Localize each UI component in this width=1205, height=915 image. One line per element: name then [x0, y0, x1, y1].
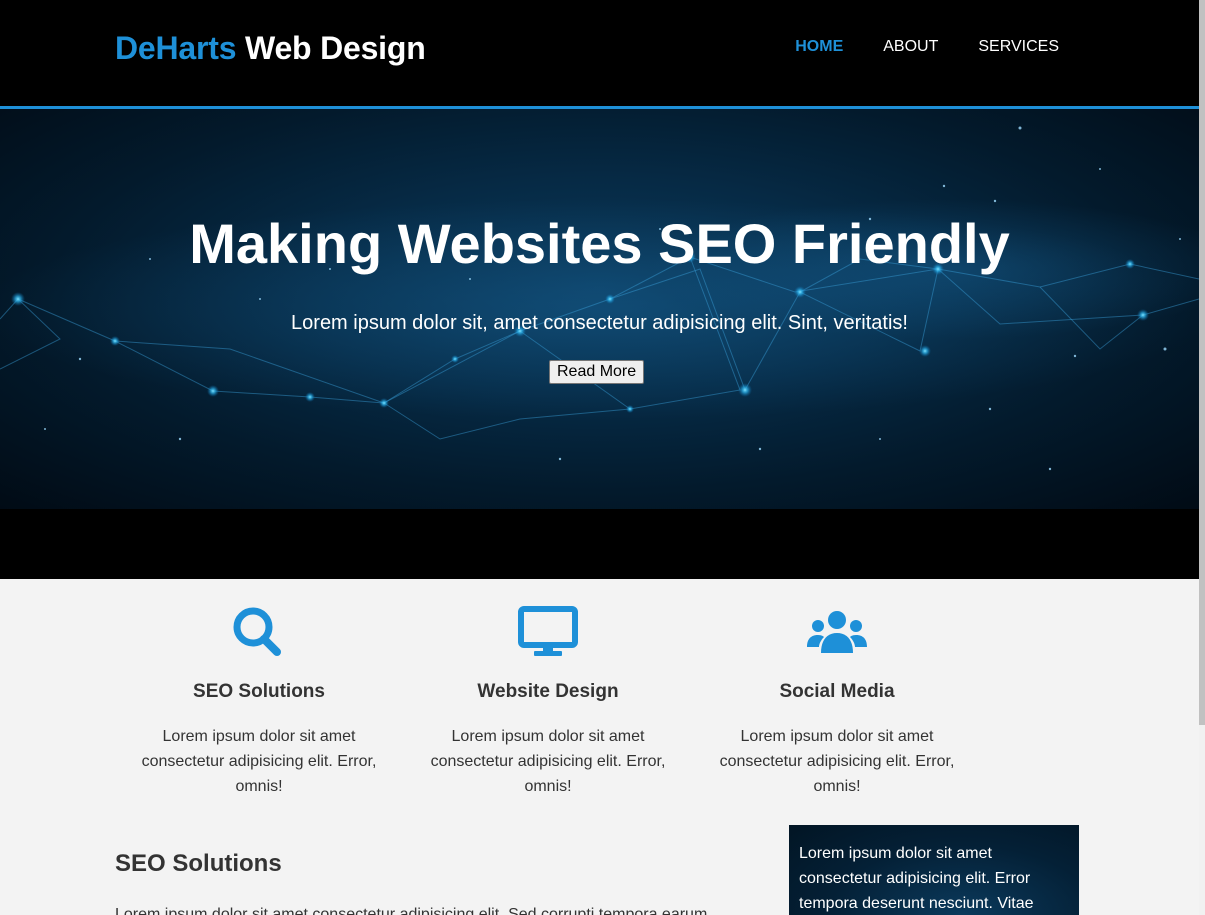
feature-text: Lorem ipsum dolor sit amet consectetur a…	[719, 728, 955, 795]
hero-bottom-band	[0, 509, 1199, 579]
section-text: Lorem ipsum dolor sit amet consectetur a…	[115, 906, 708, 915]
hero-title: Making Websites SEO Friendly	[189, 212, 1010, 275]
feature-text: Lorem ipsum dolor sit amet consectetur a…	[430, 728, 666, 795]
nav-link-home[interactable]: HOME	[795, 38, 843, 56]
feature-title: SEO Solutions	[193, 681, 325, 702]
nav-link-services[interactable]: SERVICES	[978, 38, 1059, 56]
nav-link-about[interactable]: ABOUT	[883, 38, 938, 56]
main-nav: HOME ABOUT SERVICES	[795, 38, 1059, 56]
sidebar-box: Lorem ipsum dolor sit amet consectetur a…	[789, 825, 1079, 915]
features-section: SEO Solutions Lorem ipsum dolor sit amet…	[0, 579, 1199, 809]
page: DeHarts Web Design HOME ABOUT SERVICES M…	[0, 0, 1199, 915]
hero-banner: Making Websites SEO Friendly Lorem ipsum…	[0, 109, 1199, 509]
sidebar-text: Lorem ipsum dolor sit amet consectetur a…	[799, 845, 1034, 912]
feature-title: Social Media	[779, 681, 895, 702]
section-heading: SEO Solutions	[115, 850, 282, 877]
feature-title: Website Design	[477, 681, 619, 702]
logo-rest: Web Design	[236, 30, 426, 66]
site-logo[interactable]: DeHarts Web Design	[115, 30, 426, 67]
monitor-icon	[518, 606, 578, 656]
page-scrollbar[interactable]	[1199, 0, 1205, 915]
hero-subtitle: Lorem ipsum dolor sit, amet consectetur …	[291, 312, 908, 334]
logo-brand: DeHarts	[115, 30, 237, 66]
feature-text: Lorem ipsum dolor sit amet consectetur a…	[141, 728, 377, 795]
network-background-image	[0, 126, 1199, 471]
site-header: DeHarts Web Design HOME ABOUT SERVICES	[0, 0, 1199, 109]
search-icon	[233, 607, 281, 656]
users-icon	[807, 611, 867, 653]
read-more-button[interactable]: Read More	[549, 360, 645, 384]
scrollbar-thumb[interactable]	[1199, 0, 1205, 725]
